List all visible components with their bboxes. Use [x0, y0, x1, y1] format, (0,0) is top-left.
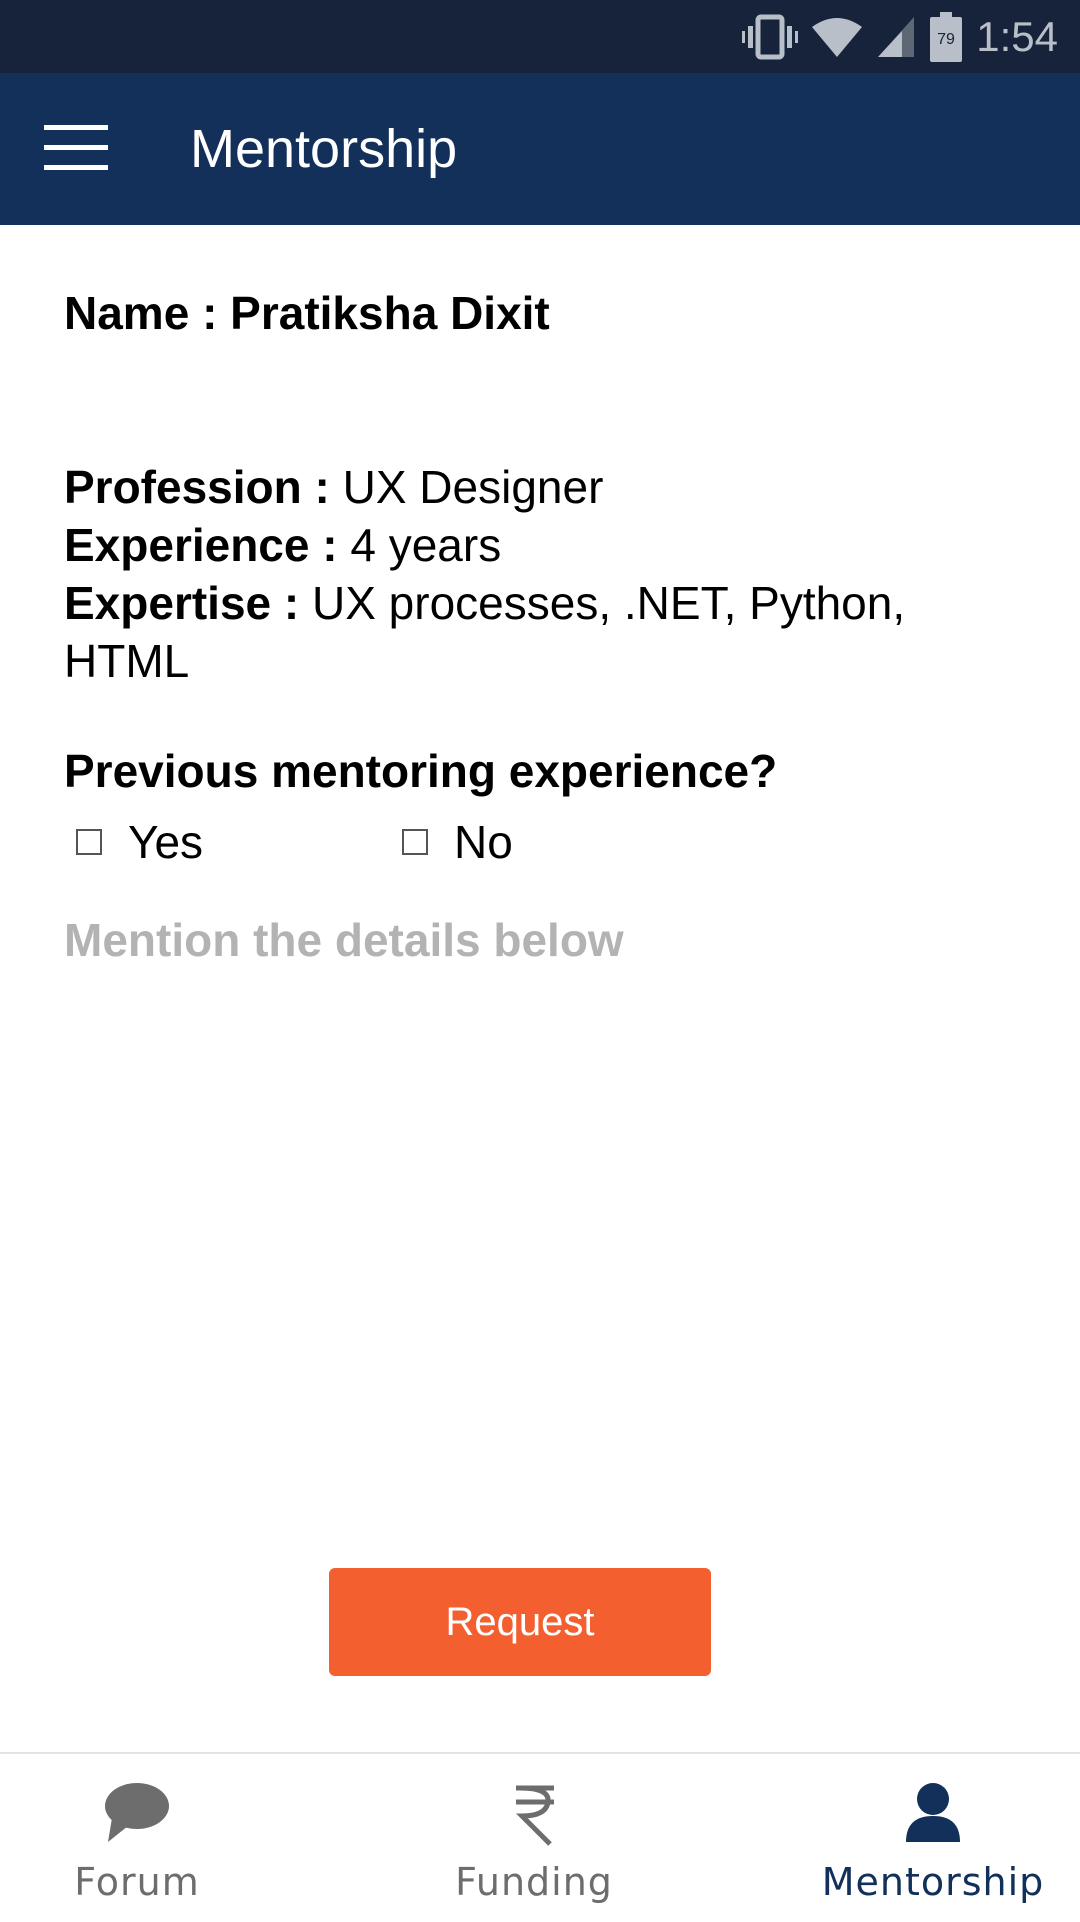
battery-level: 79 [937, 31, 955, 48]
nav-label-funding: Funding [455, 1860, 613, 1904]
request-button[interactable]: Request [329, 1568, 711, 1676]
nav-item-mentorship[interactable]: Mentorship [783, 1754, 1080, 1922]
app-bar: Mentorship [0, 73, 1080, 225]
yes-checkbox[interactable] [76, 829, 102, 855]
no-checkbox[interactable] [402, 829, 428, 855]
profession-value: UX Designer [342, 461, 604, 513]
experience-value: 4 years [350, 519, 502, 571]
page-title: Mentorship [190, 119, 458, 179]
yes-label: Yes [128, 816, 204, 868]
nav-label-mentorship: Mentorship [821, 1860, 1045, 1904]
status-bar: 79 1:54 [0, 0, 1080, 73]
profession-row: Profession : UX Designer [64, 458, 964, 516]
nav-item-forum[interactable]: Forum [0, 1754, 287, 1922]
status-time: 1:54 [976, 13, 1058, 60]
expertise-row: Expertise : UX processes, .NET, Python, … [64, 574, 964, 690]
experience-label: Experience : [64, 519, 351, 571]
profession-label: Profession : [64, 461, 343, 513]
expertise-label: Expertise : [64, 577, 312, 629]
hamburger-menu-icon[interactable] [44, 123, 108, 173]
rupee-icon [510, 1782, 558, 1853]
battery-icon: 79 [930, 12, 963, 62]
person-icon [904, 1782, 962, 1847]
wifi-icon [812, 15, 863, 59]
profile-name: Name : Pratiksha Dixit [64, 286, 550, 340]
name-label: Name : [64, 287, 231, 339]
details-input[interactable] [64, 913, 1004, 1473]
name-value: Pratiksha Dixit [230, 287, 550, 339]
option-yes[interactable]: Yes [76, 815, 203, 869]
option-no[interactable]: No [402, 815, 513, 869]
vibrate-icon [742, 14, 799, 60]
signal-icon [876, 15, 916, 59]
status-icons: 79 1:54 [742, 8, 1058, 66]
nav-item-funding[interactable]: Funding [384, 1754, 684, 1922]
no-label: No [454, 816, 513, 868]
profile-details: Profession : UX Designer Experience : 4 … [64, 458, 964, 690]
bottom-navigation: Forum Funding Mentorship [0, 1752, 1080, 1922]
nav-label-forum: Forum [74, 1860, 200, 1904]
chat-bubble-icon [104, 1782, 170, 1849]
experience-row: Experience : 4 years [64, 516, 964, 574]
mentoring-question: Previous mentoring experience? [64, 745, 778, 797]
